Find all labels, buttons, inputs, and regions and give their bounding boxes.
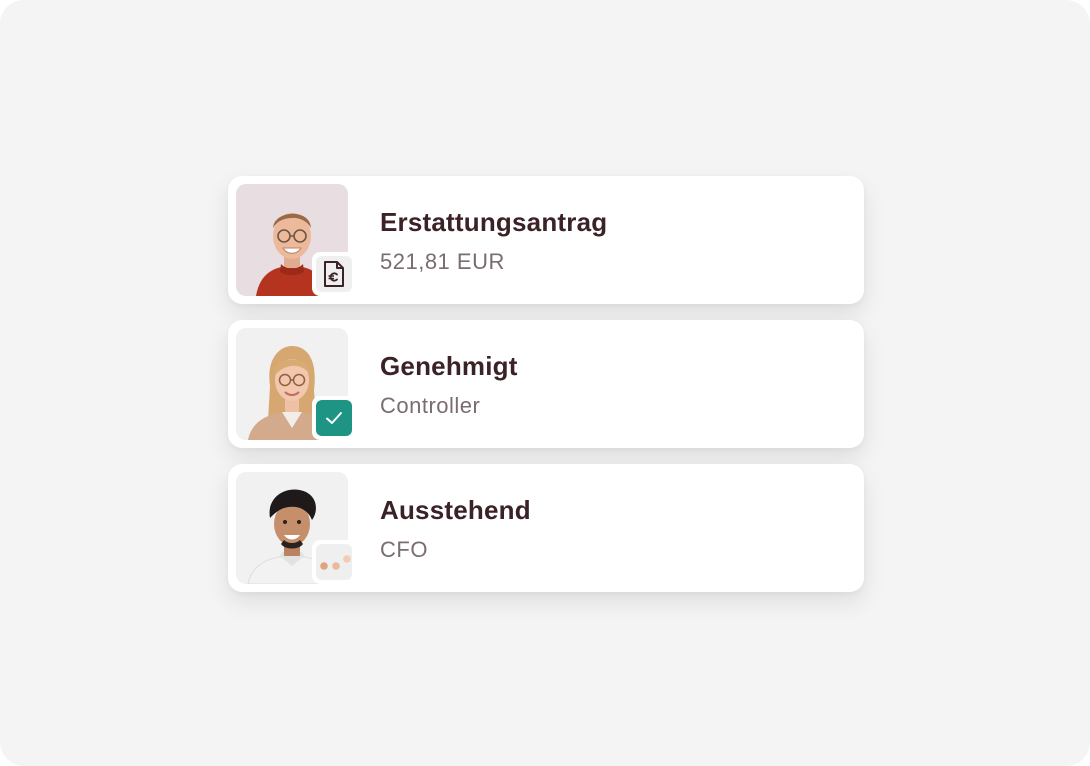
status-pending-badge bbox=[316, 544, 352, 580]
approved-card[interactable]: Genehmigt Controller bbox=[228, 320, 864, 448]
page-background: Erstattungsantrag 521,81 EUR Genehmigt C… bbox=[0, 0, 1090, 766]
card-role: Controller bbox=[380, 393, 481, 418]
status-approved-badge bbox=[316, 400, 352, 436]
reimbursement-request-card[interactable]: Erstattungsantrag 521,81 EUR bbox=[228, 176, 864, 304]
euro-document-badge bbox=[316, 256, 352, 292]
card-amount: 521,81 EUR bbox=[380, 249, 505, 274]
pending-badge bbox=[312, 540, 356, 584]
card-role: CFO bbox=[380, 537, 428, 562]
document-badge bbox=[312, 252, 356, 296]
card-title: Erstattungsantrag bbox=[380, 207, 608, 237]
pending-card[interactable]: Ausstehend CFO bbox=[228, 464, 864, 592]
euro-document-icon bbox=[324, 261, 344, 287]
check-icon bbox=[326, 412, 342, 424]
card-title: Ausstehend bbox=[380, 495, 531, 525]
card-title: Genehmigt bbox=[380, 351, 518, 381]
approval-card-list: Erstattungsantrag 521,81 EUR Genehmigt C… bbox=[228, 176, 864, 608]
pending-dots-icon bbox=[320, 555, 351, 570]
approved-badge bbox=[312, 396, 356, 440]
